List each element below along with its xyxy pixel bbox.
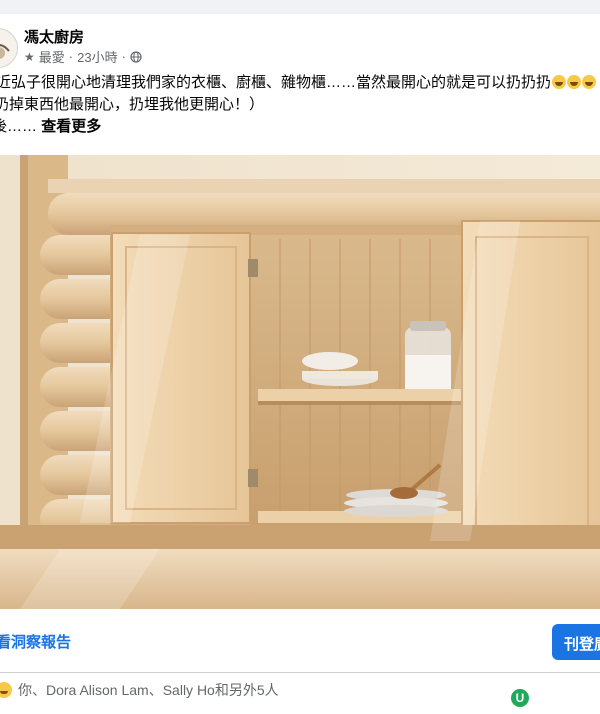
haha-reaction-icon: [0, 682, 12, 698]
reactions-summary[interactable]: 你、Dora Alison Lam、Sally Ho和另外5人: [0, 679, 600, 701]
browser-top-strip: [0, 0, 600, 14]
boost-post-button[interactable]: 刊登廣: [552, 624, 600, 660]
post-text-line: 近弘子很開心地清理我們家的衣櫃、廚櫃、雜物櫃……當然最開心的就是可以扔扔扔: [0, 72, 600, 94]
reactions-text[interactable]: 你、Dora Alison Lam、Sally Ho和另外5人: [18, 680, 279, 700]
post-header: 馮太廚房 ★ 最愛 · 23小時 ·: [0, 14, 600, 70]
favorite-label: 最愛: [38, 50, 65, 65]
emoji-icon: [567, 75, 582, 89]
post-body-text: 近弘子很開心地清理我們家的衣櫃、廚櫃、雜物櫃……當然最開心的就是可以扔扔扔 扔掉…: [0, 72, 600, 138]
post-text-line2: 扔掉東西他最開心，扔埋我他更開心！）: [0, 96, 265, 113]
post-text-line3: 後……: [0, 118, 38, 135]
emoji-icon: [552, 75, 567, 89]
post-actions-bar: 看洞察報告 刊登廣: [0, 619, 600, 665]
page-avatar[interactable]: [0, 28, 18, 68]
post-text-line: 扔掉東西他最開心，扔埋我他更開心！）: [0, 94, 600, 116]
post-meta: ★ 最愛 · 23小時 ·: [24, 47, 142, 66]
see-more-link[interactable]: 查看更多: [41, 118, 101, 135]
globe-icon[interactable]: [130, 50, 142, 63]
meta-separator: ·: [68, 49, 74, 64]
post-photo[interactable]: [0, 155, 600, 609]
cabinet-photo-illustration: [0, 155, 600, 609]
u-badge-icon: U: [511, 689, 529, 707]
star-icon: ★: [24, 49, 35, 64]
post-text-line1: 近弘子很開心地清理我們家的衣櫃、廚櫃、雜物櫃……當然最開心的就是可以扔扔扔: [0, 74, 552, 91]
avatar-logo-icon: [0, 30, 17, 67]
meta-separator: ·: [121, 49, 126, 64]
view-insights-link[interactable]: 看洞察報告: [0, 631, 71, 652]
divider: [0, 672, 600, 673]
emoji-icon: [582, 75, 597, 89]
post-text-line: 後…… 查看更多: [0, 116, 600, 138]
post-time[interactable]: 23小時: [77, 47, 117, 66]
page-name[interactable]: 馮太廚房: [24, 26, 84, 47]
